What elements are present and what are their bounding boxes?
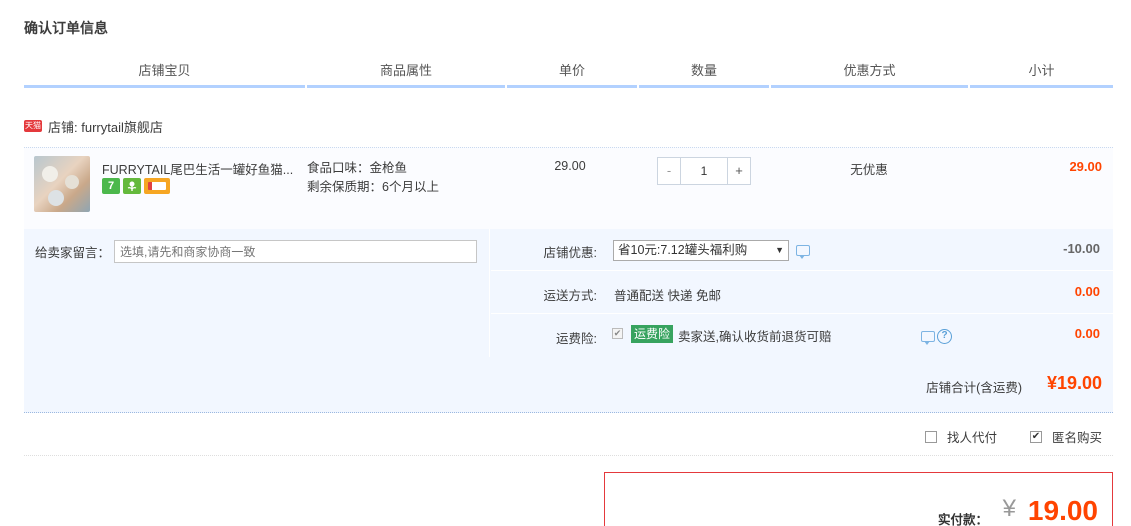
page-title: 确认订单信息 (24, 20, 108, 36)
shop-discount-amount: -10.00 (1063, 241, 1100, 256)
order-item-row: FURRYTAIL尾巴生活一罐好鱼猫... 7 食品口味：金枪鱼 剩余保质期：6… (24, 147, 1113, 229)
header-shop-item: 店铺宝贝 (24, 60, 305, 88)
shipping-label: 运送方式: (543, 289, 597, 303)
service-icons: 7 (102, 178, 170, 194)
payment-currency: ¥ (1002, 495, 1016, 522)
shipping-row: 运送方式: 普通配送 快递 免邮 0.00 (491, 271, 1113, 314)
order-extras: 给卖家留言： 店铺优惠: 省10元:7.12罐头福利购 -10.00 运送方式:… (24, 229, 1113, 357)
anonymous-option[interactable]: ✔ 匿名购买 (1030, 427, 1102, 446)
shop-info: 天猫 店铺: furrytail旗舰店 (24, 117, 163, 135)
purchase-options: 找人代付 ✔ 匿名购买 (24, 414, 1113, 456)
coupon-select[interactable]: 省10元:7.12罐头福利购 (613, 240, 789, 261)
header-unit-price: 单价 (507, 60, 637, 88)
header-quantity: 数量 (639, 60, 769, 88)
header-promotion: 优惠方式 (771, 60, 968, 88)
chat-icon[interactable] (921, 331, 935, 345)
shop-name[interactable]: 店铺: furrytail旗舰店 (48, 117, 163, 136)
qty-plus-button[interactable]: + (728, 158, 750, 184)
attr-shelf-life: 剩余保质期：6个月以上 (307, 180, 439, 194)
payment-label: 实付款： (937, 513, 988, 526)
shop-total-row: 店铺合计(含运费) ¥19.00 (24, 357, 1113, 413)
order-table-header: 店铺宝贝 商品属性 单价 数量 优惠方式 小计 (24, 60, 1113, 88)
shop-total-value: ¥19.00 (1046, 373, 1102, 393)
qty-input[interactable] (680, 158, 728, 184)
product-thumbnail[interactable] (34, 156, 90, 212)
shop-discount-row: 店铺优惠: 省10元:7.12罐头福利购 -10.00 (491, 229, 1113, 271)
unit-price: 29.00 (554, 159, 586, 173)
proxy-pay-option[interactable]: 找人代付 (925, 427, 997, 446)
message-label: 给卖家留言： (35, 246, 111, 260)
shipping-method: 普通配送 快递 免邮 (614, 289, 721, 303)
product-title[interactable]: FURRYTAIL尾巴生活一罐好鱼猫... (102, 159, 302, 178)
proxy-pay-label: 找人代付 (947, 431, 998, 445)
message-input[interactable] (114, 240, 477, 263)
header-attributes: 商品属性 (307, 60, 505, 88)
anonymous-checkbox[interactable]: ✔ (1030, 430, 1042, 443)
shop-discount-label: 店铺优惠: (543, 246, 597, 260)
flower-guarantee-icon[interactable] (123, 178, 141, 194)
attr-flavor: 食品口味：金枪鱼 (307, 161, 408, 175)
chat-icon[interactable] (796, 245, 810, 259)
tmall-icon: 天猫 (24, 120, 42, 132)
insurance-amount: 0.00 (1074, 326, 1100, 341)
insurance-checkbox[interactable]: ✔ (612, 328, 623, 339)
credit-card-icon[interactable] (144, 178, 170, 194)
payment-value: 19.00 (1027, 495, 1098, 526)
insurance-badge: 运费险 (631, 325, 674, 343)
insurance-row: 运费险: ✔ 运费险 卖家送,确认收货前退货可赔 ? 0.00 (491, 314, 1113, 357)
help-icon[interactable]: ? (937, 329, 952, 344)
shop-total-label: 店铺合计(含运费) (926, 381, 1022, 395)
anonymous-label: 匿名购买 (1052, 431, 1103, 445)
payment-summary: 实付款： ¥ 19.00 (604, 472, 1113, 526)
header-subtotal: 小计 (970, 60, 1113, 88)
insurance-description: 卖家送,确认收货前退货可赔 (678, 330, 832, 344)
seven-day-return-icon[interactable]: 7 (102, 178, 120, 194)
shipping-amount: 0.00 (1074, 284, 1100, 299)
qty-minus-button[interactable]: - (658, 158, 680, 184)
item-subtotal: 29.00 (1069, 159, 1102, 174)
insurance-label: 运费险: (556, 332, 597, 346)
quantity-stepper: - + (657, 157, 751, 185)
product-attributes: 食品口味：金枪鱼 剩余保质期：6个月以上 (307, 159, 439, 197)
proxy-pay-checkbox[interactable] (925, 430, 937, 443)
promotion-text: 无优惠 (850, 163, 888, 177)
message-panel: 给卖家留言： (24, 229, 490, 357)
